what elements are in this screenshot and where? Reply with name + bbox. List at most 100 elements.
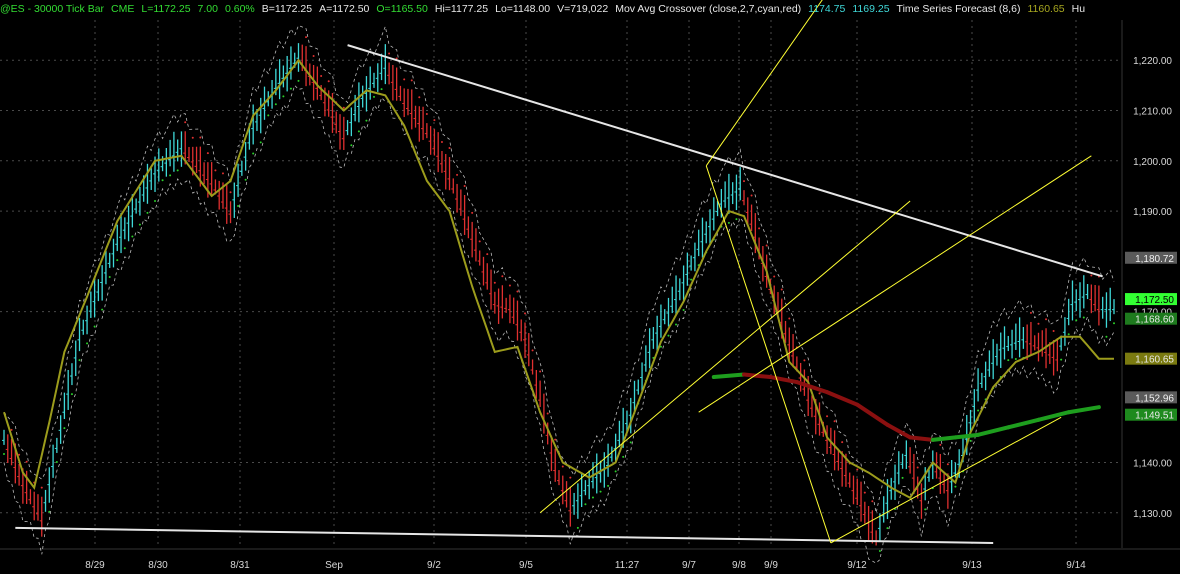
crossover-dot (576, 526, 579, 529)
channel-line (705, 165, 832, 544)
price-tag: 1,172.50 (1125, 293, 1177, 306)
price-tag-label: 1,172.50 (1135, 295, 1174, 306)
crossover-dot (622, 455, 625, 458)
crossover-dot (199, 136, 202, 139)
crossover-dot (320, 74, 323, 77)
crossover-dot (690, 278, 693, 281)
crossover-dot (743, 180, 745, 183)
crossover-dot (531, 349, 534, 352)
crossover-dot (463, 184, 466, 187)
crossover-dot (433, 119, 436, 122)
channel-line (705, 0, 823, 167)
crossover-dot (539, 370, 542, 373)
crossover-dot (471, 211, 474, 214)
crossover-dot (493, 281, 496, 284)
crossover-dot (969, 439, 972, 442)
crossover-dot (682, 308, 685, 311)
crossover-dot (116, 259, 119, 262)
last-price: L=1172.25 (141, 3, 191, 15)
crossover-dot (1037, 322, 1040, 325)
y-tick-label: 1,140.00 (1133, 459, 1172, 470)
crossover-dot (569, 476, 572, 479)
crossover-dot (478, 240, 481, 243)
long-ma-segment (711, 372, 746, 380)
crossover-dot (237, 204, 240, 207)
long-ma-segment (953, 432, 981, 440)
crossover-dot (554, 438, 557, 441)
crossover-dot (886, 527, 889, 530)
price-tag: 1,168.60 (1125, 312, 1177, 326)
truncated-indicator: Hu (1071, 3, 1086, 15)
crossover-dot (244, 178, 247, 181)
crossover-dot (267, 114, 270, 117)
tsf-indicator-name: Time Series Forecast (8,6) (896, 3, 1021, 15)
crossover-dot (833, 420, 836, 423)
time-series-forecast-line (3, 58, 1114, 500)
net-change-pct: 0.60% (224, 3, 255, 15)
crossover-dot (765, 244, 768, 247)
crossover-dot (86, 342, 89, 345)
crossover-dot (63, 427, 66, 430)
crossover-dot (418, 96, 421, 99)
crossover-dot (55, 461, 58, 464)
crossover-dot (508, 284, 511, 287)
price-tag: 1,152.96 (1125, 391, 1177, 404)
crossover-dot (826, 415, 829, 418)
long-ma-segment (825, 390, 860, 407)
crossover-dot (1045, 318, 1048, 321)
crossover-dot (954, 485, 957, 488)
crossover-dot (516, 290, 519, 293)
open-price: O=1165.50 (376, 3, 428, 15)
crossover-dot (1113, 322, 1115, 325)
x-tick-label: 8/29 (85, 560, 105, 571)
crossover-dot (10, 428, 13, 431)
crossover-dot (191, 136, 194, 139)
volume: V=719,022 (557, 3, 609, 15)
y-tick-label: 1,130.00 (1133, 509, 1172, 520)
crossover-dot (1052, 330, 1055, 333)
crossover-dot (803, 359, 806, 362)
crossover-dot (282, 95, 285, 98)
crossover-dot (788, 317, 791, 320)
x-tick-label: 9/9 (764, 560, 778, 571)
x-tick-label: 9/12 (847, 560, 867, 571)
crossover-dot (1029, 311, 1032, 314)
crossover-dot (1067, 333, 1070, 336)
crossover-dot (735, 218, 738, 221)
crossover-dot (584, 503, 587, 506)
crossover-dot (675, 323, 678, 326)
price-tag: 1,180.72 (1125, 251, 1177, 265)
x-tick-label: 9/5 (519, 560, 533, 571)
x-tick-label: Sep (325, 560, 343, 571)
crossover-dot (25, 460, 28, 463)
x-tick-label: 8/30 (148, 560, 168, 571)
crossover-dot (856, 468, 859, 471)
crossover-dot (108, 275, 111, 278)
crossover-dot (214, 169, 217, 172)
y-tick-label: 1,200.00 (1133, 157, 1172, 168)
long-ma-segment (908, 435, 935, 442)
crossover-dot (841, 441, 844, 444)
crossover-dot (1090, 274, 1093, 277)
crossover-dot (274, 103, 277, 106)
crossover-dot (221, 172, 224, 175)
crossover-dot (599, 490, 602, 493)
crossover-dot (350, 144, 353, 147)
long-ma-segment (1036, 410, 1071, 422)
crossover-dot (524, 312, 527, 315)
price-chart[interactable]: 8/29 8/30 8/31 Sep 9/2 9/5 11:27 9/7 9/8 9/9 9/12 9… (0, 0, 1180, 574)
crossover-dot (750, 194, 753, 197)
crossover-dot (259, 141, 262, 144)
crossover-dot (3, 452, 5, 455)
crossover-dot (252, 152, 255, 155)
crossover-dot (871, 500, 874, 503)
crossover-dot (312, 54, 315, 57)
long-ma-segment (1066, 405, 1101, 415)
info-bar: @ES - 30000 Tick Bar CME L=1172.25 7.00 0.60… (0, 0, 1180, 18)
x-tick-label: 9/2 (427, 560, 441, 571)
trendline (347, 44, 1103, 278)
crossover-dot (1105, 335, 1108, 338)
crossover-dot (977, 409, 980, 412)
crossover-dot (380, 88, 383, 91)
long-ma-segment (976, 425, 1011, 437)
